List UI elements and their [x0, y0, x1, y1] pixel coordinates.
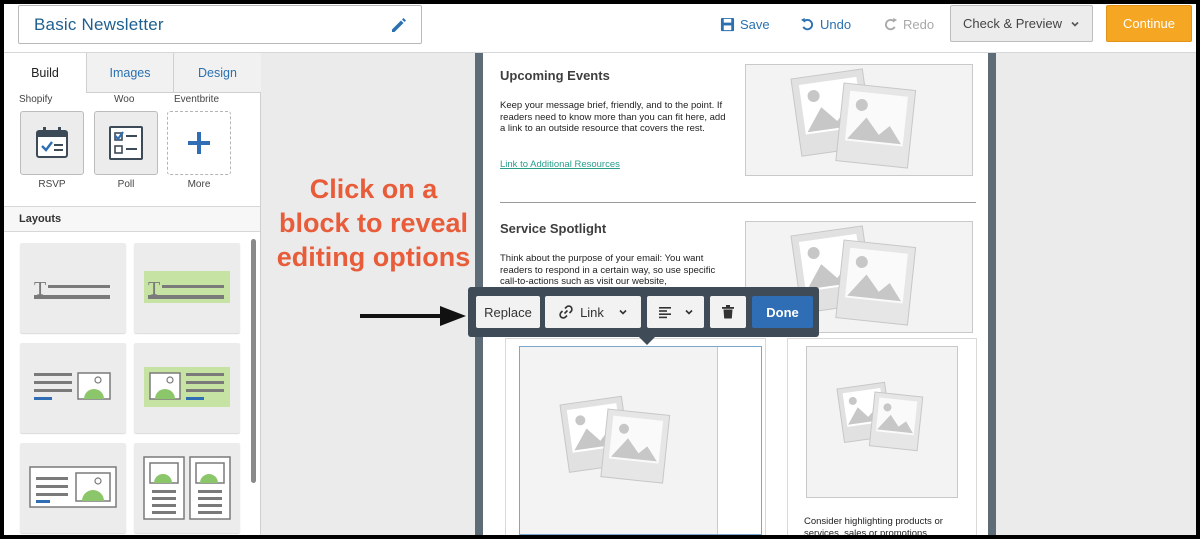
undo-button[interactable]: Undo — [800, 14, 851, 34]
pencil-icon[interactable] — [389, 15, 409, 35]
layout-card-text-image-icon — [29, 466, 117, 508]
done-label: Done — [766, 304, 799, 320]
layouts-scrollbar[interactable] — [251, 239, 256, 483]
trash-icon — [722, 305, 734, 319]
poll-label: Poll — [117, 179, 135, 190]
chevron-down-icon — [684, 309, 693, 315]
product-image-right-placeholder[interactable] — [806, 346, 958, 498]
upcoming-events-heading[interactable]: Upcoming Events — [500, 68, 610, 83]
events-image-placeholder[interactable] — [745, 64, 973, 176]
document-title-field[interactable]: Basic Newsletter — [18, 5, 422, 44]
redo-label: Redo — [903, 16, 935, 32]
tab-images[interactable]: Images — [86, 53, 173, 93]
layout-title-text[interactable]: T — [20, 243, 126, 333]
layout-title-text-green[interactable]: T — [134, 243, 240, 333]
rsvp-block-tile[interactable] — [20, 111, 84, 175]
align-dropdown[interactable] — [647, 296, 704, 328]
continue-button[interactable]: Continue — [1106, 5, 1192, 42]
more-blocks-tile[interactable] — [167, 111, 231, 175]
done-button[interactable]: Done — [752, 296, 813, 328]
check-preview-label: Check & Preview — [963, 16, 1062, 31]
arrow-right-icon — [360, 306, 466, 326]
layout-two-column-icon — [143, 456, 231, 520]
additional-resources-link[interactable]: Link to Additional Resources — [500, 159, 620, 170]
toolbar-pointer — [639, 337, 655, 345]
layout-two-column[interactable] — [134, 443, 240, 533]
layout-text-image-icon — [34, 372, 111, 400]
product-card-text[interactable]: Consider highlighting products or servic… — [804, 516, 969, 535]
layout-image-text-green-icon — [144, 367, 230, 407]
save-label: Save — [740, 16, 770, 32]
poll-checklist-icon — [109, 126, 143, 160]
service-spotlight-heading[interactable]: Service Spotlight — [500, 221, 606, 236]
undo-icon — [800, 17, 814, 30]
continue-label: Continue — [1122, 16, 1176, 31]
service-spotlight-body[interactable]: Think about the purpose of your email: Y… — [500, 253, 728, 288]
delete-button[interactable] — [710, 296, 746, 328]
check-preview-button[interactable]: Check & Preview — [950, 5, 1093, 42]
chevron-down-icon — [619, 309, 627, 315]
rsvp-label: RSVP — [38, 179, 66, 190]
replace-button[interactable]: Replace — [476, 296, 540, 328]
poll-block-tile[interactable] — [94, 111, 158, 175]
app-label-eventbrite: Eventbrite — [174, 94, 220, 105]
email-edge-right — [988, 53, 996, 535]
tab-build[interactable]: Build — [4, 53, 86, 93]
app-label-woo: Woo — [114, 94, 135, 105]
save-icon — [720, 17, 735, 31]
document-title[interactable]: Basic Newsletter — [34, 15, 164, 35]
layout-text-image[interactable] — [20, 343, 126, 433]
layout-image-text-green[interactable] — [134, 343, 240, 433]
layouts-grid: T T — [4, 233, 260, 535]
selected-block-outline — [519, 346, 762, 535]
section-divider — [500, 202, 976, 203]
annotation-callout: Click on a block to reveal editing optio… — [276, 174, 471, 272]
layout-card-text-image[interactable] — [20, 443, 126, 533]
link-label: Link — [580, 304, 604, 320]
save-button[interactable]: Save — [720, 14, 770, 34]
app-label-shopify: Shopify — [19, 94, 53, 105]
layout-title-text-icon: T — [34, 278, 110, 300]
app-window: Basic Newsletter Save Undo Redo Check & … — [4, 4, 1196, 535]
link-button[interactable]: Link — [545, 296, 641, 328]
layouts-heading: Layouts — [4, 206, 260, 232]
panel-tabs: Build Images Design — [4, 53, 261, 93]
more-label: More — [187, 179, 211, 190]
image-placeholder-icon — [790, 68, 917, 169]
image-placeholder-icon — [836, 381, 924, 452]
calendar-check-icon — [36, 127, 68, 158]
build-panel: Build Images Design Shopify Woo Eventbri… — [4, 53, 261, 535]
tab-design[interactable]: Design — [173, 53, 261, 93]
replace-label: Replace — [484, 304, 532, 320]
chevron-down-icon — [1071, 21, 1079, 27]
redo-button[interactable]: Redo — [883, 14, 934, 34]
plus-icon — [188, 132, 210, 154]
undo-label: Undo — [820, 16, 852, 32]
redo-icon — [884, 17, 898, 30]
align-left-icon — [658, 307, 671, 319]
link-icon — [559, 305, 573, 319]
upcoming-events-body[interactable]: Keep your message brief, friendly, and t… — [500, 100, 728, 135]
layout-title-text-green-icon: T — [144, 271, 230, 303]
block-edit-toolbar: Replace Link Done — [468, 287, 819, 345]
top-bar: Basic Newsletter Save Undo Redo Check & … — [4, 4, 1196, 53]
